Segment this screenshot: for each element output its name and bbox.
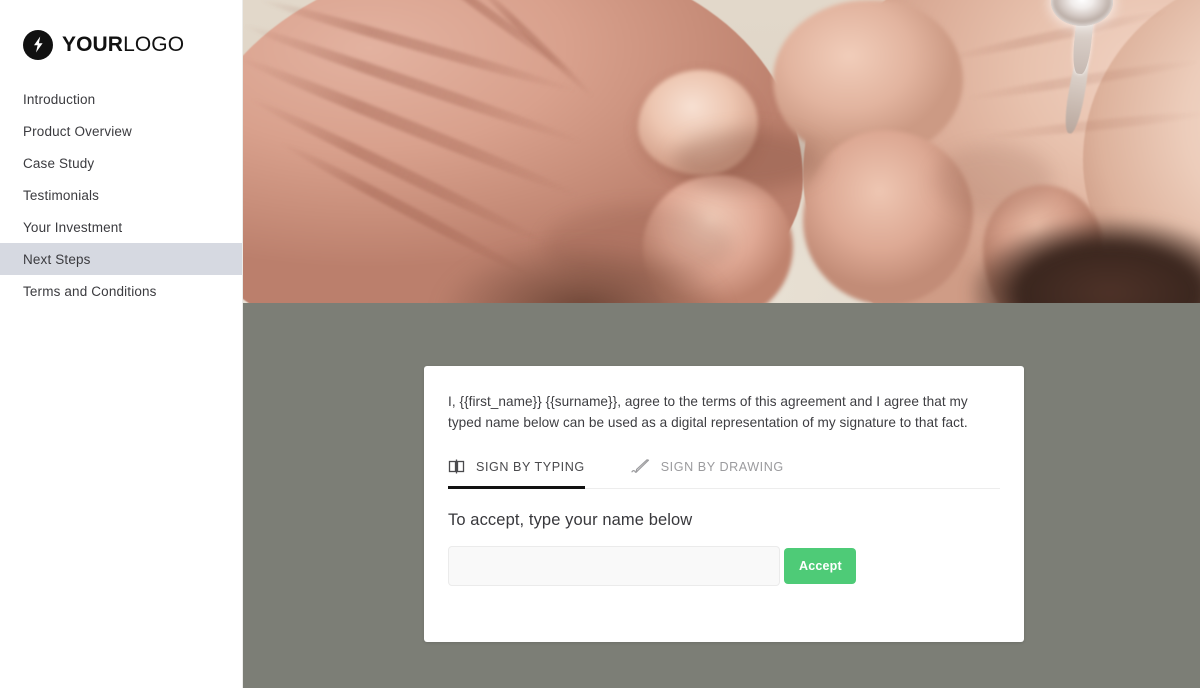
sidebar-item-label: Your Investment — [23, 219, 123, 235]
sidebar-nav: Introduction Product Overview Case Study… — [0, 83, 242, 307]
sidebar-item-product-overview[interactable]: Product Overview — [0, 115, 242, 147]
sidebar-item-your-investment[interactable]: Your Investment — [0, 211, 242, 243]
accept-button[interactable]: Accept — [784, 548, 857, 585]
sidebar: YOURLOGO Introduction Product Overview C… — [0, 0, 243, 688]
typing-keyboard-icon — [448, 459, 465, 474]
signature-name-input[interactable] — [448, 545, 780, 586]
sidebar-item-label: Terms and Conditions — [23, 283, 157, 299]
sidebar-item-label: Introduction — [23, 91, 96, 107]
main-content: I, {{first_name}} {{surname}}, agree to … — [243, 0, 1200, 688]
agreement-text: I, {{first_name}} {{surname}}, agree to … — [448, 394, 968, 430]
sidebar-item-terms-and-conditions[interactable]: Terms and Conditions — [0, 275, 242, 307]
tab-sign-by-typing[interactable]: SIGN BY TYPING — [448, 454, 585, 490]
brand-name-bold: YOUR — [62, 33, 124, 56]
page-root: YOURLOGO Introduction Product Overview C… — [0, 0, 1200, 688]
sidebar-item-next-steps[interactable]: Next Steps — [0, 243, 242, 275]
tab-sign-by-drawing[interactable]: SIGN BY DRAWING — [631, 454, 784, 488]
sidebar-item-label: Next Steps — [23, 251, 91, 267]
sidebar-item-testimonials[interactable]: Testimonials — [0, 179, 242, 211]
brand-name-light: LOGO — [123, 33, 185, 56]
sidebar-item-case-study[interactable]: Case Study — [0, 147, 242, 179]
tab-label: SIGN BY TYPING — [476, 459, 585, 474]
hands-clasped-photo — [243, 0, 1200, 303]
signature-tabs: SIGN BY TYPING SIGN BY DRAWING — [448, 454, 1000, 490]
sidebar-item-introduction[interactable]: Introduction — [0, 83, 242, 115]
lightning-bolt-icon — [23, 29, 53, 60]
sidebar-item-label: Case Study — [23, 155, 95, 171]
sidebar-item-label: Product Overview — [23, 123, 132, 139]
brand-name: YOURLOGO — [62, 34, 184, 55]
sidebar-item-label: Testimonials — [23, 187, 100, 203]
name-field-label: To accept, type your name below — [448, 511, 693, 530]
pen-drawing-icon — [631, 459, 650, 474]
brand-logo[interactable]: YOURLOGO — [0, 0, 242, 60]
tab-label: SIGN BY DRAWING — [660, 459, 784, 474]
signature-card: I, {{first_name}} {{surname}}, agree to … — [424, 366, 1024, 642]
